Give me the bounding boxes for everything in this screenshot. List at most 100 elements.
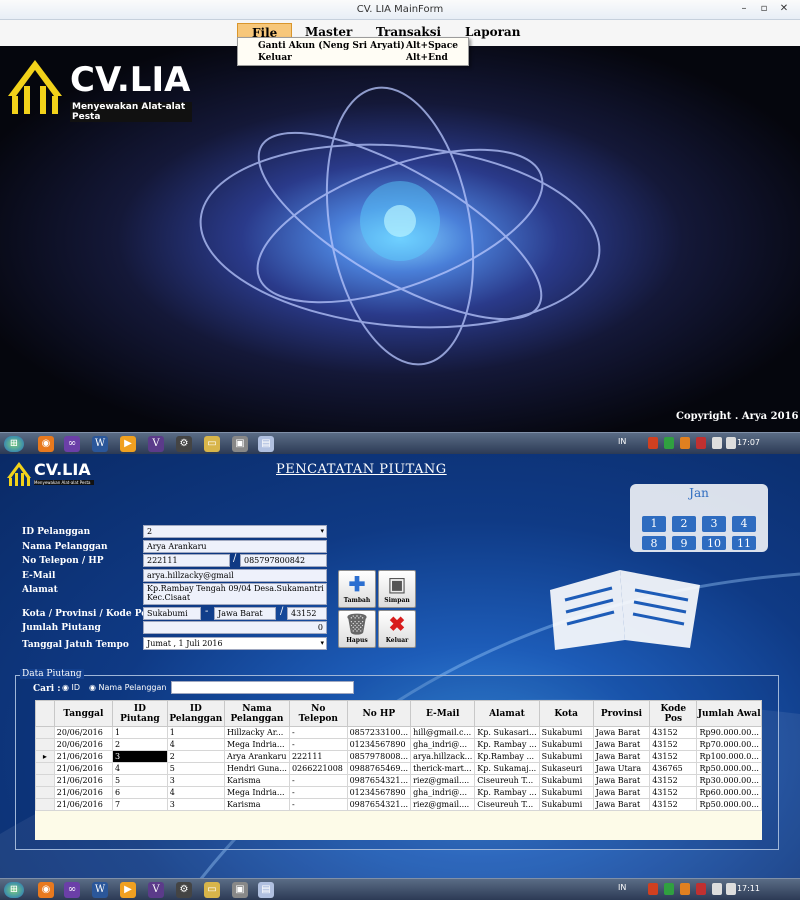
table-cell[interactable]: 0987654321... (346, 774, 412, 787)
table-cell[interactable]: 4 (166, 738, 225, 751)
table-cell[interactable]: 0988765469... (346, 762, 412, 775)
column-header[interactable]: Jumlah Awal (696, 700, 762, 727)
language-indicator[interactable]: IN (618, 437, 626, 446)
table-row[interactable]: 21/06/2016 6 4 Mega Indria... -01234567890 gh… (35, 786, 762, 799)
table-cell[interactable]: Rp70.000.00... (696, 738, 762, 751)
table-cell[interactable]: 21/06/2016 (53, 786, 114, 799)
tray-icon[interactable] (696, 883, 706, 895)
table-cell[interactable]: riez@gmail.... (410, 774, 476, 787)
vb-icon[interactable]: V (148, 436, 164, 452)
radio-id[interactable]: ◉ ID (62, 683, 80, 692)
table-cell[interactable]: 43152 (649, 726, 698, 739)
tray-icon[interactable] (664, 437, 674, 449)
folder-icon[interactable]: ▭ (204, 882, 220, 898)
table-row[interactable]: ▸ 21/06/2016 3 2 Arya Arankaru 222111 08579780… (35, 750, 762, 763)
start-button-icon[interactable]: ⊞ (4, 882, 24, 898)
column-header[interactable]: Kode Pos (649, 700, 698, 727)
visual-studio-icon[interactable]: ∞ (64, 436, 80, 452)
table-cell[interactable]: Kp. Sukasari... (474, 726, 540, 739)
table-cell[interactable]: Sukabumi (538, 798, 594, 811)
table-cell[interactable]: Kp.Rambay ... (474, 750, 540, 763)
app-icon[interactable]: ▣ (232, 436, 248, 452)
language-indicator[interactable]: IN (618, 883, 626, 892)
table-cell[interactable]: 3 (166, 798, 225, 811)
word-icon[interactable]: W (92, 436, 108, 452)
menu-keluar[interactable]: Keluar (258, 52, 292, 64)
table-cell[interactable]: - (288, 726, 348, 739)
clock[interactable]: 17:11 (737, 884, 760, 893)
close-button[interactable]: ✕ (776, 2, 792, 16)
table-cell[interactable]: Ciseureuh T... (474, 774, 540, 787)
table-cell[interactable]: 21/06/2016 (53, 774, 114, 787)
provinsi-field[interactable]: Jawa Barat (214, 607, 276, 620)
table-cell[interactable]: 6 (112, 786, 168, 799)
table-cell[interactable]: Kp. Rambay ... (474, 786, 540, 799)
row-header[interactable] (35, 738, 55, 751)
table-cell[interactable]: 3 (166, 774, 225, 787)
table-cell[interactable]: 20/06/2016 (53, 726, 114, 739)
table-cell[interactable]: Rp50.000.00... (696, 762, 762, 775)
table-row[interactable]: 20/06/2016 2 4 Mega Indria... -01234567890 gh… (35, 738, 762, 751)
table-cell[interactable]: Karisma (223, 798, 290, 811)
table-cell[interactable]: - (288, 738, 348, 751)
word-icon[interactable]: W (92, 882, 108, 898)
column-header[interactable]: No Telepon (288, 700, 348, 727)
table-cell[interactable]: 43152 (649, 750, 698, 763)
tray-icon[interactable] (696, 437, 706, 449)
telepon-field[interactable]: 222111 (143, 554, 230, 567)
network-icon[interactable] (712, 883, 722, 895)
table-cell[interactable]: gha_indri@... (410, 738, 476, 751)
table-cell[interactable]: Jawa Barat (592, 786, 651, 799)
table-cell[interactable]: 3 (112, 750, 168, 763)
table-cell[interactable]: Mega Indria... (223, 786, 290, 799)
row-header[interactable] (35, 726, 55, 739)
row-header[interactable] (35, 786, 55, 799)
network-icon[interactable] (712, 437, 722, 449)
table-cell[interactable]: Rp90.000.00... (696, 726, 762, 739)
minimize-button[interactable]: – (736, 2, 752, 16)
table-cell[interactable]: 43152 (649, 738, 698, 751)
table-cell[interactable]: 4 (166, 786, 225, 799)
table-cell[interactable]: - (288, 774, 348, 787)
jatuh-tempo-datepicker[interactable]: Jumat , 1 Juli 2016 ▾ (143, 637, 327, 650)
tambah-button[interactable]: ✚ Tambah (338, 570, 376, 608)
row-header[interactable]: ▸ (35, 750, 55, 763)
table-cell[interactable]: 4 (112, 762, 168, 775)
table-cell[interactable]: Jawa Barat (592, 750, 651, 763)
table-cell[interactable]: therick-mart... (410, 762, 476, 775)
table-cell[interactable]: 01234567890 (346, 786, 412, 799)
table-cell[interactable]: Rp50.000.00... (696, 798, 762, 811)
table-cell[interactable]: 43152 (649, 786, 698, 799)
table-cell[interactable]: Hendri Guna... (223, 762, 290, 775)
table-cell[interactable]: Hillzacky Ar... (223, 726, 290, 739)
table-cell[interactable]: 01234567890 (346, 738, 412, 751)
table-cell[interactable]: - (288, 798, 348, 811)
table-cell[interactable]: 2 (112, 738, 168, 751)
table-cell[interactable]: Rp30.000.00... (696, 774, 762, 787)
table-row[interactable]: 21/06/2016 4 5 Hendri Guna... 0266221008 0988… (35, 762, 762, 775)
data-grid[interactable]: Tanggal ID Piutang ID Pelanggan Nama Pelang… (35, 700, 762, 840)
table-cell[interactable]: Karisma (223, 774, 290, 787)
table-cell[interactable]: 43152 (649, 774, 698, 787)
table-cell[interactable]: 222111 (288, 750, 348, 763)
tray-icon[interactable] (664, 883, 674, 895)
table-cell[interactable]: Sukabumi (538, 774, 594, 787)
table-cell[interactable]: 21/06/2016 (53, 798, 114, 811)
hp-field[interactable]: 085797800842 (240, 554, 327, 567)
email-field[interactable]: arya.hillzacky@gmail (143, 569, 327, 582)
radio-nama[interactable]: ◉ Nama Pelanggan (89, 683, 166, 692)
table-cell[interactable]: 0857233100... (346, 726, 412, 739)
volume-icon[interactable] (726, 883, 736, 895)
column-header[interactable]: Alamat (474, 700, 540, 727)
app-icon[interactable]: ▣ (232, 882, 248, 898)
table-row[interactable]: 21/06/2016 5 3 Karisma -0987654321... riez@gm… (35, 774, 762, 787)
volume-icon[interactable] (726, 437, 736, 449)
column-header[interactable]: Nama Pelanggan (223, 700, 290, 727)
table-cell[interactable]: - (288, 786, 348, 799)
hapus-button[interactable]: 🗑 Hapus (338, 610, 376, 648)
table-cell[interactable]: Sukaseuri (538, 762, 594, 775)
table-cell[interactable]: 0987654321... (346, 798, 412, 811)
column-header[interactable]: No HP (346, 700, 412, 727)
tray-icon[interactable] (680, 883, 690, 895)
clock[interactable]: 17:07 (737, 438, 760, 447)
